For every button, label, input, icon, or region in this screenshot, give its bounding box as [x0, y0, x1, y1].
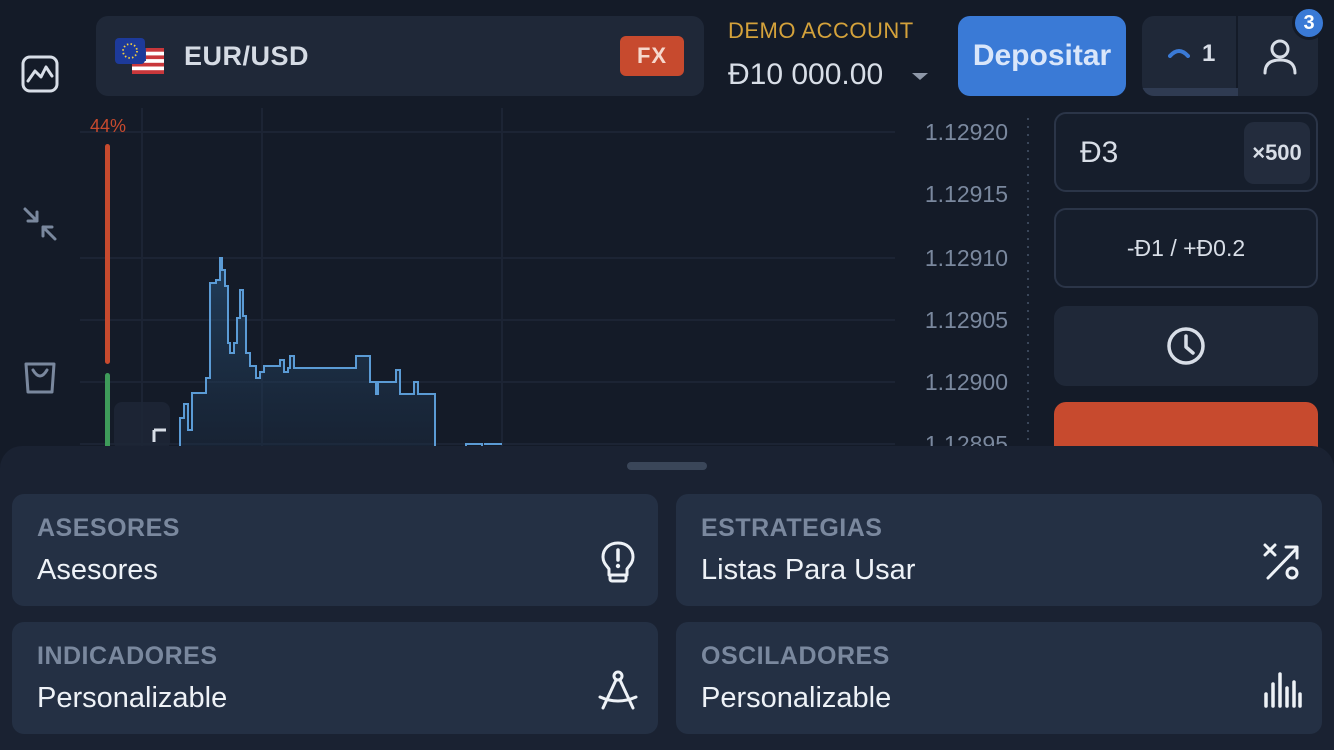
card-label: ESTRATEGIAS: [701, 514, 883, 542]
card-label: INDICADORES: [37, 642, 218, 670]
asset-selector[interactable]: EUR/USD FX: [96, 16, 704, 96]
deposit-button[interactable]: Depositar: [958, 16, 1126, 96]
sheet-drag-handle[interactable]: [627, 462, 707, 470]
price-tick: 1.12905: [925, 307, 1008, 333]
trade-amount: Đ3: [1080, 136, 1119, 169]
strategy-icon: [1260, 540, 1304, 584]
user-icon[interactable]: [1260, 36, 1300, 76]
left-rail: [0, 0, 80, 450]
compress-arrows-icon[interactable]: [18, 202, 62, 246]
asset-name: EUR/USD: [184, 41, 310, 71]
card-oscillators[interactable]: OSCILADORES Personalizable: [676, 622, 1322, 734]
card-value: Personalizable: [37, 682, 228, 714]
open-trades-count: 1: [1202, 40, 1216, 67]
card-label: OSCILADORES: [701, 642, 890, 670]
price-tick: 1.12920: [925, 119, 1008, 145]
trade-arc-icon: [1168, 49, 1190, 58]
card-value: Asesores: [37, 554, 158, 586]
card-indicators[interactable]: INDICADORES Personalizable: [12, 622, 658, 734]
time-button[interactable]: [1054, 306, 1318, 386]
profit-loss-limits[interactable]: -Đ1 / +Đ0.2: [1054, 208, 1318, 288]
price-tick: 1.12900: [925, 369, 1008, 395]
account-balance[interactable]: Đ10 000.00: [728, 58, 883, 92]
chevron-down-icon[interactable]: [912, 73, 928, 80]
lightbulb-icon: [596, 540, 640, 584]
clock-icon: [1167, 327, 1205, 365]
sentiment-buy-bar: [105, 373, 110, 453]
account-type-label[interactable]: DEMO ACCOUNT: [728, 18, 914, 44]
chart-icon[interactable]: [18, 52, 62, 96]
open-trades-button[interactable]: 1: [1142, 16, 1238, 96]
eur-usd-flags-icon: [114, 36, 166, 78]
trade-amount-field[interactable]: Đ3 ×500: [1054, 112, 1318, 192]
card-strategies[interactable]: ESTRATEGIAS Listas Para Usar: [676, 494, 1322, 606]
asset-type-badge: FX: [620, 36, 684, 76]
multiplier-button[interactable]: ×500: [1244, 122, 1310, 184]
card-value: Personalizable: [701, 682, 892, 714]
sentiment-sell-bar: [105, 144, 110, 364]
tools-sheet: ASESORES Asesores ESTRATEGIAS Listas Par…: [0, 446, 1334, 750]
trades-and-profile: 1: [1142, 16, 1318, 96]
card-value: Listas Para Usar: [701, 554, 916, 586]
price-tick: 1.12915: [925, 181, 1008, 207]
compass-icon: [596, 668, 640, 712]
trades-progress: [1142, 88, 1238, 96]
price-tick: 1.12910: [925, 245, 1008, 271]
price-chart[interactable]: 1.12920 1.12915 1.12910 1.12905 1.12900 …: [80, 108, 1040, 450]
card-label: ASESORES: [37, 514, 180, 542]
bars-icon: [1260, 668, 1304, 712]
sentiment-percent: 44%: [90, 116, 127, 136]
shopping-bag-icon[interactable]: [18, 354, 62, 398]
notification-badge: 3: [1292, 6, 1326, 40]
card-advisors[interactable]: ASESORES Asesores: [12, 494, 658, 606]
